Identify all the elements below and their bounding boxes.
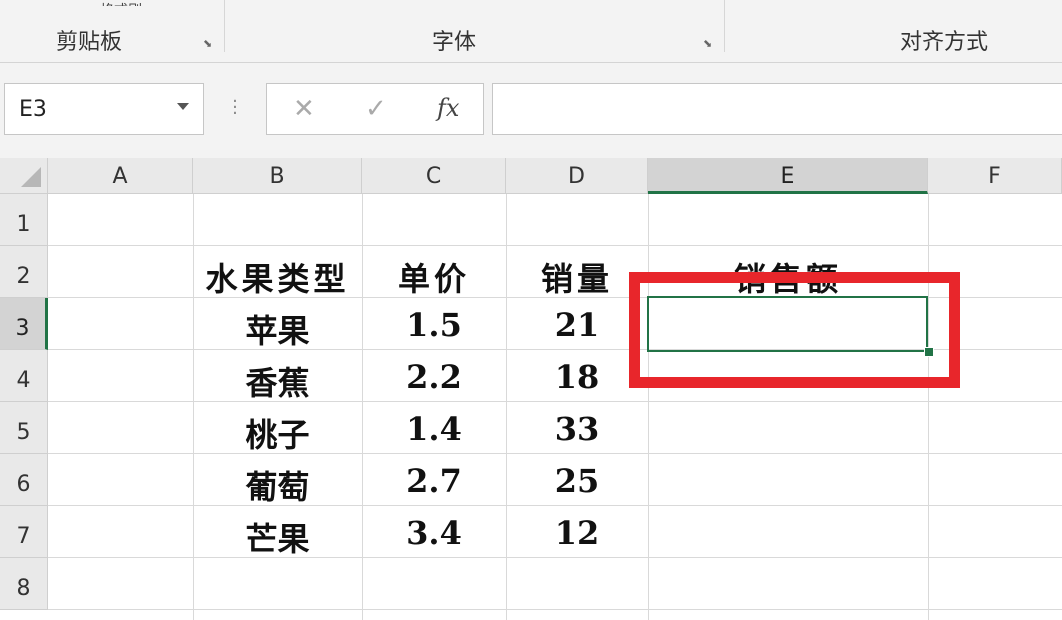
column-header-a[interactable]: A [48, 158, 193, 194]
cell-fruit[interactable]: 苹果 [193, 306, 362, 352]
cell-quantity[interactable]: 25 [506, 462, 648, 500]
column-header-b[interactable]: B [193, 158, 362, 194]
font-group-label: 字体 [432, 30, 477, 55]
cell-quantity[interactable]: 18 [506, 358, 648, 396]
name-box[interactable]: E3 [4, 83, 204, 135]
column-header-e[interactable]: E [648, 158, 928, 194]
ribbon: 格式刷 剪贴板 ⬊ 字体 ⬊ 对齐方式 [0, 0, 1062, 63]
ribbon-divider [724, 0, 725, 52]
row-header-2[interactable]: 2 [0, 246, 48, 298]
chevron-down-icon[interactable] [177, 103, 189, 110]
row-header-3[interactable]: 3 [0, 298, 48, 350]
alignment-group-label: 对齐方式 [900, 30, 989, 55]
grid-line [48, 609, 1062, 610]
formula-bar: E3 · · · ✕ ✓ fx [0, 63, 1062, 158]
formula-buttons: ✕ ✓ fx [266, 83, 484, 135]
cell-d2-quantity[interactable]: 销量 [506, 254, 648, 300]
row-header-8[interactable]: 8 [0, 558, 48, 610]
row-header-4[interactable]: 4 [0, 350, 48, 402]
name-box-value: E3 [19, 97, 47, 122]
row-header-5[interactable]: 5 [0, 402, 48, 454]
cell-price[interactable]: 1.5 [362, 306, 506, 344]
column-header-f[interactable]: F [928, 158, 1062, 194]
clipboard-launcher-icon[interactable]: ⬊ [203, 38, 215, 50]
formula-input[interactable] [492, 83, 1062, 135]
format-painter-label[interactable]: 格式刷 [100, 0, 142, 6]
cell-b2-fruit-type[interactable]: 水果类型 [193, 254, 362, 300]
row-header-6[interactable]: 6 [0, 454, 48, 506]
annotation-highlight-box [629, 272, 960, 388]
select-all-corner[interactable] [0, 158, 48, 194]
cell-price[interactable]: 1.4 [362, 410, 506, 448]
grid-line [48, 245, 1062, 246]
insert-function-icon[interactable]: fx [437, 94, 459, 122]
more-dots-icon[interactable]: · · · [232, 93, 238, 123]
cell-fruit[interactable]: 芒果 [193, 514, 362, 560]
cell-price[interactable]: 3.4 [362, 514, 506, 552]
column-header-d[interactable]: D [506, 158, 648, 194]
cell-fruit[interactable]: 桃子 [193, 410, 362, 456]
row-header-7[interactable]: 7 [0, 506, 48, 558]
cell-c2-unit-price[interactable]: 单价 [362, 254, 506, 300]
cell-quantity[interactable]: 21 [506, 306, 648, 344]
cell-quantity[interactable]: 33 [506, 410, 648, 448]
ribbon-divider [224, 0, 225, 52]
cell-fruit[interactable]: 葡萄 [193, 462, 362, 508]
cell-quantity[interactable]: 12 [506, 514, 648, 552]
cell-fruit[interactable]: 香蕉 [193, 358, 362, 404]
clipboard-group-label: 剪贴板 [56, 30, 123, 55]
cell-price[interactable]: 2.2 [362, 358, 506, 396]
row-header-1[interactable]: 1 [0, 194, 48, 246]
cell-price[interactable]: 2.7 [362, 462, 506, 500]
column-header-c[interactable]: C [362, 158, 506, 194]
cancel-icon[interactable]: ✕ [293, 94, 315, 124]
select-all-triangle-icon [21, 167, 41, 187]
enter-check-icon[interactable]: ✓ [365, 94, 387, 124]
font-launcher-icon[interactable]: ⬊ [703, 38, 715, 50]
